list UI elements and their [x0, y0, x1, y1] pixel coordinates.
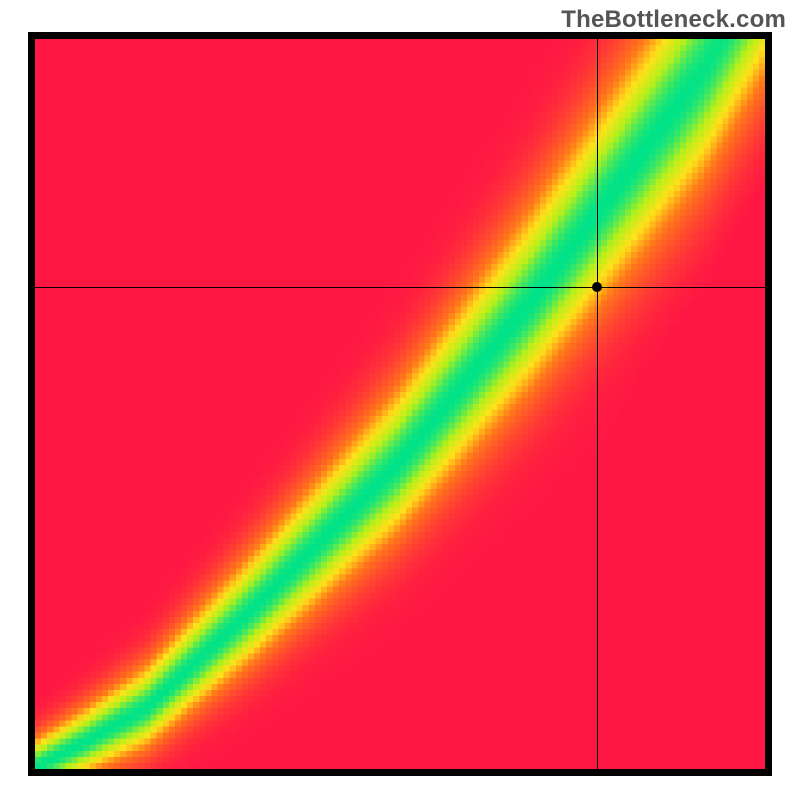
- chart-border: [28, 32, 772, 776]
- marker-dot: [592, 282, 602, 292]
- crosshair-horizontal: [35, 287, 765, 288]
- heatmap-canvas: [35, 39, 765, 769]
- chart-wrapper: TheBottleneck.com: [0, 0, 800, 800]
- heatmap-plot: [35, 39, 765, 769]
- watermark-text: TheBottleneck.com: [561, 6, 786, 34]
- crosshair-vertical: [597, 39, 598, 769]
